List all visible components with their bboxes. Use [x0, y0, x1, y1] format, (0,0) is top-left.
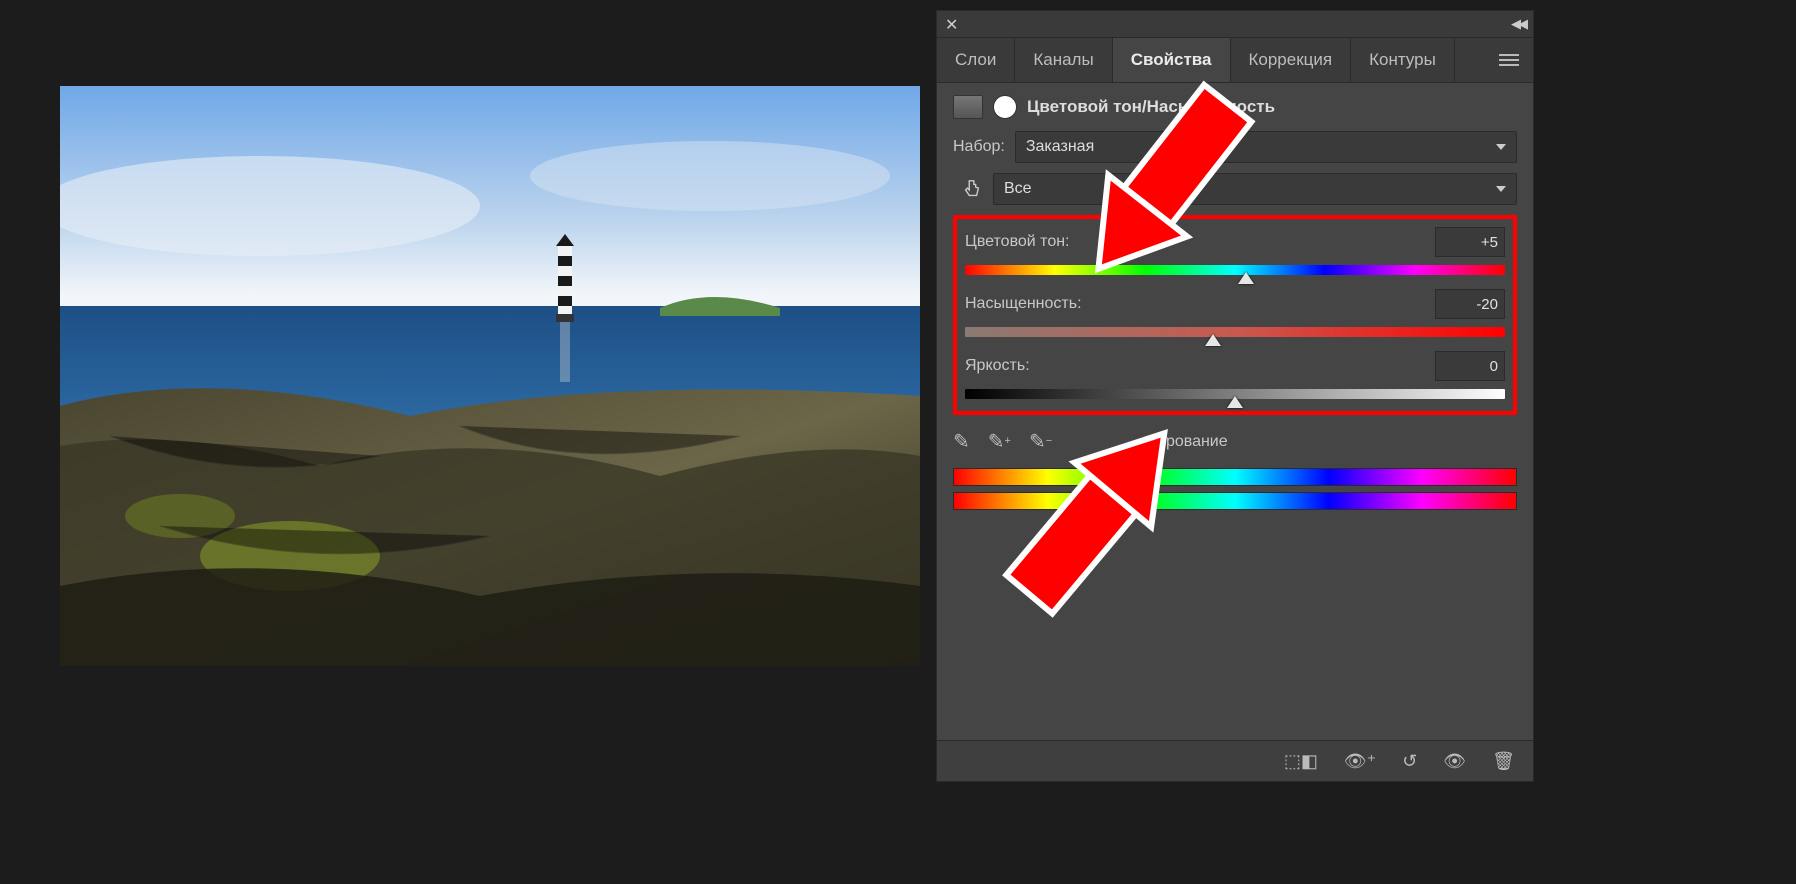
clip-to-layer-icon[interactable]: ⬚◧ [1284, 751, 1318, 772]
tab-layers[interactable]: Слои [937, 38, 1015, 82]
panel-footer: ⬚◧ 👁⁺ ↺ 👁 🗑 [937, 740, 1533, 781]
brightness-thumb[interactable] [1227, 396, 1243, 408]
targeted-adjustment-icon[interactable] [961, 178, 983, 200]
tab-paths[interactable]: Контуры [1351, 38, 1455, 82]
collapse-icon[interactable]: ◀◀ [1511, 16, 1525, 32]
view-previous-icon[interactable]: 👁⁺ [1344, 751, 1376, 772]
annotation-arrow-2 [990, 380, 1210, 645]
saturation-value[interactable] [1435, 289, 1505, 319]
hue-sat-icon [953, 95, 983, 119]
brightness-value[interactable] [1435, 351, 1505, 381]
mask-icon[interactable] [993, 95, 1017, 119]
close-icon[interactable]: ✕ [945, 15, 958, 35]
visibility-icon[interactable]: 👁 [1443, 751, 1466, 772]
saturation-slider[interactable] [965, 327, 1505, 337]
reset-icon[interactable]: ↺ [1402, 751, 1417, 772]
annotation-arrow-1 [1050, 60, 1270, 325]
image-canvas [60, 86, 920, 666]
preset-label: Набор: [953, 138, 1005, 156]
hue-value[interactable] [1435, 227, 1505, 257]
delete-icon[interactable]: 🗑 [1492, 751, 1515, 772]
saturation-thumb[interactable] [1205, 334, 1221, 346]
panel-titlebar: ✕ ◀◀ [937, 11, 1533, 38]
brightness-label: Яркость: [965, 357, 1030, 375]
eyedropper-icon[interactable]: ✎ [953, 429, 970, 454]
panel-menu-icon[interactable] [1485, 38, 1533, 82]
